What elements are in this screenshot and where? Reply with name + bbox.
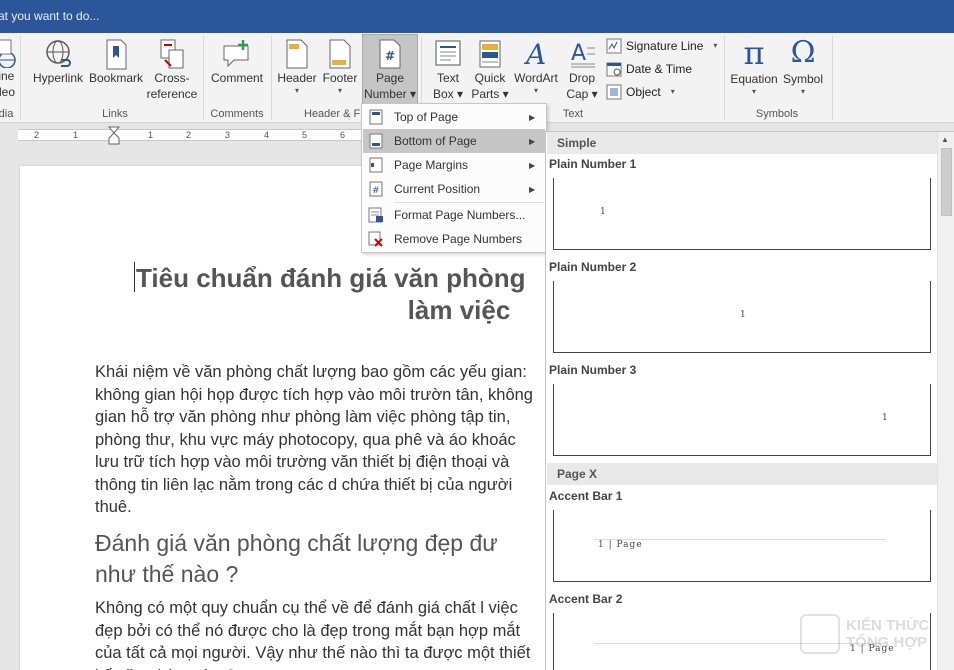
- menu-item-format-page-numbers[interactable]: Format Page Numbers...: [363, 203, 545, 227]
- format-page-numbers-icon: [368, 207, 383, 223]
- header-footer-group-label: Header & F: [304, 108, 361, 120]
- scrollbar-thumb[interactable]: [941, 148, 952, 216]
- cross-reference-button[interactable]: Cross- reference: [144, 38, 200, 102]
- page-number-button[interactable]: # Page Number ▾: [362, 34, 418, 104]
- drop-cap-button[interactable]: A Drop Cap ▾: [562, 38, 602, 102]
- drop-cap-icon: A: [571, 41, 595, 68]
- submenu-arrow-icon: ▶: [529, 112, 536, 122]
- page-number-menu: Top of Page ▶ Bottom of Page ▶ Page Marg…: [361, 103, 547, 253]
- svg-text:#: #: [385, 49, 395, 63]
- document-paragraph-2: Không có một quy chuẩn cụ thể về để đánh…: [95, 599, 531, 670]
- symbols-group-label: Symbols: [755, 108, 799, 120]
- text-box-button[interactable]: Text Box ▾: [428, 38, 468, 102]
- object-icon: [606, 84, 622, 100]
- cross-reference-icon: [160, 39, 184, 69]
- quick-parts-icon: [479, 40, 501, 68]
- gallery-item-plain-number-3[interactable]: 1: [553, 384, 931, 456]
- menu-item-remove-page-numbers[interactable]: Remove Page Numbers: [363, 227, 545, 251]
- svg-text:A: A: [523, 38, 546, 70]
- gallery-section-simple: Simple: [547, 132, 937, 154]
- hyperlink-icon: [46, 40, 71, 67]
- document-paragraph-1: Khái niệm về văn phòng chất lượng bao gồ…: [95, 363, 533, 516]
- title-bar: at you want to do...: [0, 0, 954, 33]
- gallery-section-page-x: Page X: [547, 463, 937, 485]
- signature-line-dropdown-arrow[interactable]: ▾: [713, 41, 717, 51]
- hyperlink-button[interactable]: Hyperlink: [30, 38, 86, 86]
- gallery-item-plain-number-2[interactable]: 1: [553, 281, 931, 353]
- wordart-button[interactable]: A WordArt ▾: [510, 38, 562, 96]
- online-video-button[interactable]: line deo: [0, 38, 18, 100]
- document-title: Tiêu chuẩn đánh giá văn phòng làm việc: [136, 263, 526, 325]
- equation-dropdown-arrow[interactable]: ▾: [728, 87, 780, 97]
- text-cursor: [134, 262, 135, 292]
- watermark-logo-icon: [800, 614, 840, 654]
- svg-text:#: #: [372, 186, 380, 196]
- submenu-arrow-icon: ▶: [529, 160, 536, 170]
- menu-item-top-of-page[interactable]: Top of Page ▶: [363, 105, 545, 129]
- footer-button[interactable]: Footer ▾: [320, 38, 360, 96]
- comment-button[interactable]: Comment: [206, 38, 268, 86]
- date-time-button[interactable]: Date & Time: [606, 61, 692, 77]
- bottom-of-page-gallery: Simple Plain Number 1 1 Plain Number 2 1…: [545, 131, 954, 670]
- links-group-label: Links: [102, 108, 128, 120]
- watermark: KIẾN THỨC TỔNG HỢP: [800, 614, 929, 654]
- gallery-item-title: Accent Bar 1: [549, 489, 623, 503]
- page-number-icon: #: [379, 39, 401, 69]
- gallery-scrollbar[interactable]: ▲: [937, 132, 954, 670]
- page-bottom-icon: [369, 133, 383, 149]
- header-icon: [286, 39, 308, 69]
- signature-line-button[interactable]: Signature Line ▾: [606, 38, 717, 54]
- quick-parts-button[interactable]: Quick Parts ▾: [470, 38, 510, 102]
- svg-text:A: A: [571, 41, 586, 66]
- comment-icon: [223, 40, 249, 68]
- comments-group-label: Comments: [210, 108, 264, 120]
- bookmark-button[interactable]: Bookmark: [86, 38, 146, 86]
- indent-marker-icon[interactable]: [108, 126, 120, 146]
- scroll-up-icon[interactable]: ▲: [941, 135, 949, 144]
- remove-page-numbers-icon: [368, 231, 383, 247]
- gallery-item-accent-bar-1[interactable]: 1 | Page: [553, 510, 931, 582]
- omega-icon: Ω: [790, 35, 816, 70]
- submenu-arrow-icon: ▶: [529, 136, 536, 146]
- footer-dropdown-arrow[interactable]: ▾: [320, 86, 360, 96]
- symbol-button[interactable]: Ω Symbol ▾: [780, 35, 826, 97]
- media-group-label: dia: [0, 108, 14, 120]
- wordart-icon: A: [523, 38, 546, 70]
- page-top-icon: [369, 109, 383, 125]
- bookmark-icon: [106, 39, 127, 70]
- gallery-item-plain-number-1[interactable]: 1: [553, 178, 931, 250]
- header-dropdown-arrow[interactable]: ▾: [276, 86, 318, 96]
- page-margins-icon: [369, 157, 383, 173]
- menu-item-page-margins[interactable]: Page Margins ▶: [363, 153, 545, 177]
- document-heading-2: Đánh giá văn phòng chất lượng đẹp đư như…: [95, 530, 498, 587]
- symbol-dropdown-arrow[interactable]: ▾: [780, 87, 826, 97]
- gallery-item-title: Accent Bar 2: [549, 592, 623, 606]
- wordart-dropdown-arrow[interactable]: ▾: [510, 86, 562, 96]
- footer-icon: [329, 39, 351, 69]
- signature-line-icon: [606, 38, 622, 54]
- menu-item-bottom-of-page[interactable]: Bottom of Page ▶: [363, 129, 545, 153]
- globe-icon: [0, 39, 16, 68]
- gallery-item-title: Plain Number 1: [549, 157, 637, 171]
- object-dropdown-arrow[interactable]: ▾: [671, 87, 675, 97]
- pi-icon: π: [743, 34, 765, 72]
- gallery-item-title: Plain Number 3: [549, 363, 637, 377]
- text-box-icon: [435, 40, 461, 66]
- current-position-icon: #: [369, 181, 383, 197]
- object-button[interactable]: Object ▾: [606, 84, 675, 100]
- equation-button[interactable]: π Equation ▾: [728, 35, 780, 97]
- calendar-icon: [606, 62, 622, 77]
- gallery-item-title: Plain Number 2: [549, 260, 637, 274]
- tell-me-search[interactable]: at you want to do...: [0, 9, 99, 23]
- header-button[interactable]: Header ▾: [276, 38, 318, 96]
- menu-item-current-position[interactable]: # Current Position ▶: [363, 177, 545, 201]
- submenu-arrow-icon: ▶: [529, 184, 536, 194]
